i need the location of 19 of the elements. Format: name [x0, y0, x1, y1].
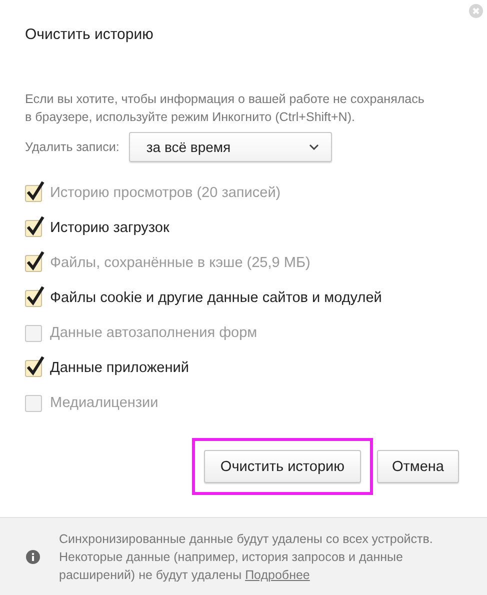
clear-history-button[interactable]: Очистить историю [204, 450, 361, 483]
checkbox[interactable] [25, 324, 42, 342]
option-label: Историю просмотров (20 записей) [50, 185, 281, 201]
period-label: Удалить записи: [25, 140, 120, 154]
period-dropdown[interactable]: за всё время [129, 132, 332, 162]
dialog-title: Очистить историю [25, 26, 154, 43]
option-label: Историю загрузок [50, 220, 170, 236]
checkbox[interactable] [25, 394, 42, 412]
cancel-button[interactable]: Отмена [376, 450, 459, 483]
incognito-hint: Если вы хотите, чтобы информация о вашей работе не сохранялась в браузере, используйте режим Инкогнито (Ctrl+Shift+N). [25, 91, 426, 126]
more-link[interactable]: Подробнее [245, 568, 310, 582]
option-label: Медиалицензии [50, 395, 158, 411]
chevron-down-icon [309, 144, 320, 150]
option-label: Файлы cookie и другие данные сайтов и модулей [50, 290, 382, 306]
option-label: Данные автозаполнения форм [50, 325, 258, 341]
sync-note: Синхронизированные данные будут удалены со всех устройств. Некоторые данные (например, история запросов и данные расширений) не будут удалены Подробнее [59, 530, 433, 584]
option-label: Файлы, сохранённые в кэше (25,9 МБ) [50, 255, 310, 271]
info-icon [26, 550, 40, 564]
option-label: Данные приложений [50, 360, 189, 376]
